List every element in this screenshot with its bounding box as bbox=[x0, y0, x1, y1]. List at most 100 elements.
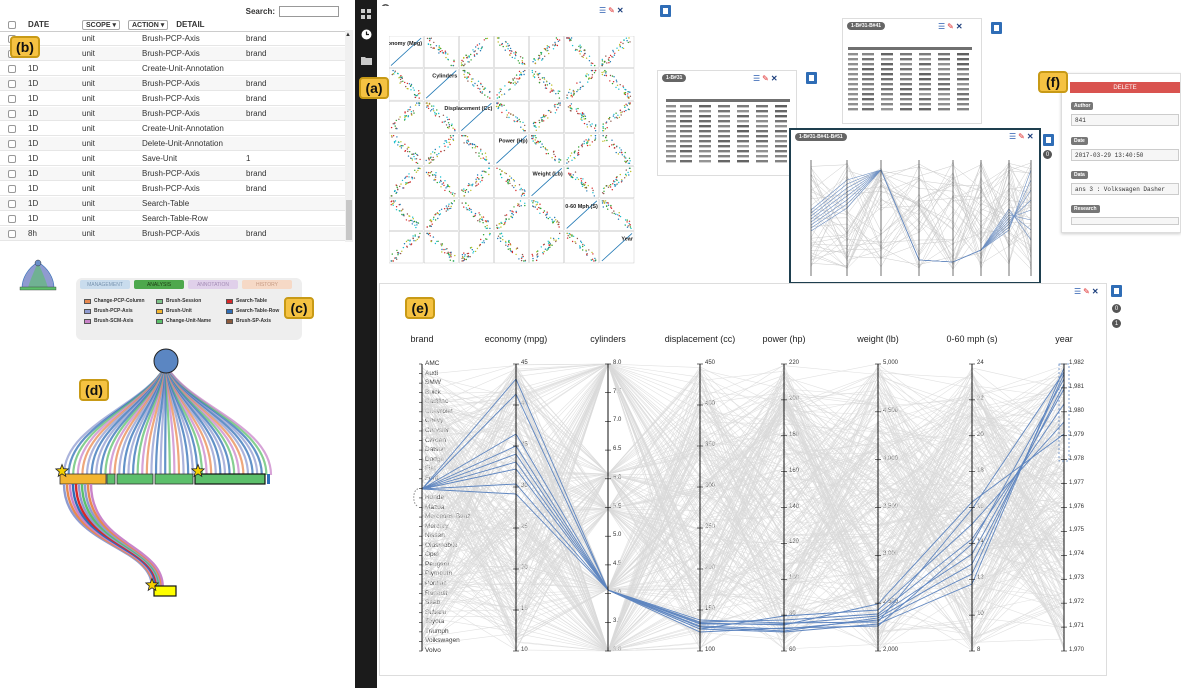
tree-thumbnail[interactable] bbox=[18, 258, 58, 294]
tab-annotation[interactable]: ANNOTATION bbox=[188, 280, 238, 289]
cell-scope: unit bbox=[82, 184, 95, 193]
cell-date: 1D bbox=[28, 214, 39, 223]
legend-item: Brush-PCP-Axis bbox=[84, 308, 133, 314]
save-icon[interactable] bbox=[806, 72, 817, 84]
folder-icon[interactable] bbox=[360, 54, 372, 66]
legend-label: Brush-Session bbox=[166, 298, 202, 304]
cell-action: Create-Unit-Annotation bbox=[142, 64, 224, 73]
node-badge-1[interactable]: 1 bbox=[1112, 319, 1121, 328]
row-checkbox[interactable] bbox=[8, 94, 16, 103]
table-row[interactable]: 1D unit Create-Unit-Annotation bbox=[0, 122, 345, 136]
row-checkbox[interactable] bbox=[8, 214, 16, 223]
row-checkbox[interactable] bbox=[8, 64, 16, 73]
tab-analysis[interactable]: ANALYSIS bbox=[134, 280, 184, 289]
row-checkbox[interactable] bbox=[8, 139, 16, 148]
delete-button[interactable]: DELETE bbox=[1070, 82, 1180, 93]
close-icon[interactable]: ✕ bbox=[1027, 132, 1034, 141]
table-row[interactable]: 1D unit Save-Unit 1 bbox=[0, 152, 345, 166]
search-input[interactable] bbox=[279, 6, 339, 17]
row-checkbox[interactable] bbox=[8, 199, 16, 208]
table-row[interactable]: 1D unit Create-Unit-Annotation bbox=[0, 62, 345, 76]
cell-scope: unit bbox=[82, 94, 95, 103]
card-b31[interactable]: 1-B#31 ☰ ✎ ✕ bbox=[657, 70, 797, 176]
close-icon[interactable]: ✕ bbox=[771, 74, 778, 83]
list-icon[interactable]: ☰ bbox=[1009, 132, 1016, 141]
parallel-coordinates-card[interactable]: ☰ ✎ ✕ brand economy (mpg) cylinders displacem… bbox=[379, 283, 1107, 676]
scm-label: Cylinders bbox=[432, 74, 457, 80]
table-row[interactable]: 1D unit Brush-PCP-Axis brand bbox=[0, 182, 345, 196]
scroll-up-arrow-icon[interactable]: ▲ bbox=[345, 32, 351, 38]
mini-pcp-b51[interactable] bbox=[795, 150, 1037, 280]
close-icon[interactable]: ✕ bbox=[617, 6, 624, 15]
date-field[interactable]: 2017-03-29 13:40:50 bbox=[1071, 149, 1179, 161]
row-checkbox[interactable] bbox=[8, 154, 16, 163]
save-icon[interactable] bbox=[1111, 285, 1122, 297]
card-b51-selected[interactable]: 1-B#31-B#41-B#51 ☰ ✎ ✕ bbox=[789, 128, 1041, 284]
col-scope-dropdown[interactable]: SCOPE ▾ bbox=[82, 19, 120, 30]
scatterplot-matrix[interactable]: Economy (Mpg) Cylinders Displacement (Cc) P… bbox=[389, 36, 635, 264]
table-row[interactable]: 1D unit Delete-Unit-Annotation bbox=[0, 137, 345, 151]
research-field[interactable] bbox=[1071, 217, 1179, 225]
research-label: Research bbox=[1071, 205, 1100, 213]
list-icon[interactable]: ☰ bbox=[753, 74, 760, 83]
cell-detail: brand bbox=[246, 109, 267, 118]
legend-item: Brush-Unit bbox=[156, 308, 192, 314]
table-row[interactable]: 1D unit Search-Table bbox=[0, 197, 345, 211]
table-row[interactable]: 1D unit Brush-PCP-Axis brand bbox=[0, 77, 345, 91]
node-badge-0[interactable]: 0 bbox=[1043, 150, 1052, 159]
row-checkbox[interactable] bbox=[8, 229, 16, 238]
search-label: Search: bbox=[245, 7, 275, 16]
data-label: Data bbox=[1071, 171, 1088, 179]
pin-icon[interactable]: ✎ bbox=[1018, 132, 1025, 141]
table-row[interactable]: 8h unit Brush-PCP-Axis brand bbox=[0, 227, 345, 241]
grid-icon[interactable] bbox=[360, 8, 372, 20]
legend-swatch bbox=[156, 298, 163, 304]
row-checkbox[interactable] bbox=[8, 184, 16, 193]
scm-label: Economy (Mpg) bbox=[389, 41, 422, 47]
table-row[interactable]: 1D unit Brush-PCP-Axis brand bbox=[0, 92, 345, 106]
table-row[interactable]: 1D unit Search-Table-Row bbox=[0, 212, 345, 226]
close-icon[interactable]: ✕ bbox=[956, 22, 963, 31]
table-row[interactable]: 1D unit Brush-PCP-Axis brand bbox=[0, 167, 345, 181]
data-field[interactable]: ans 3 : Volkswagen Dasher bbox=[1071, 183, 1179, 195]
legend-label: Search-Table bbox=[236, 298, 268, 304]
table-row[interactable]: unit Brush-PCP-Axis brand bbox=[0, 32, 345, 46]
table-scrollbar[interactable] bbox=[345, 30, 353, 242]
pin-icon[interactable]: ✎ bbox=[762, 74, 769, 83]
tab-history[interactable]: HISTORY bbox=[242, 280, 292, 289]
legend-label: Brush-Unit bbox=[166, 308, 192, 314]
table-row[interactable]: unit Brush-PCP-Axis brand bbox=[0, 47, 345, 61]
scm-label: Displacement (Cc) bbox=[444, 106, 492, 112]
tab-management[interactable]: MANAGEMENT bbox=[80, 280, 130, 289]
cell-scope: unit bbox=[82, 154, 95, 163]
pin-icon[interactable]: ✎ bbox=[608, 6, 615, 15]
scatterplot-matrix-card[interactable]: ☰ ✎ ✕ Economy (Mpg) Cylinders Displacement… bbox=[381, 6, 643, 266]
parallel-coordinates-plot[interactable] bbox=[380, 284, 1108, 677]
table-row[interactable]: 1D unit Brush-PCP-Axis brand bbox=[0, 107, 345, 121]
row-checkbox[interactable] bbox=[8, 79, 16, 88]
legend-label: Search-Table-Row bbox=[236, 308, 280, 314]
save-icon[interactable] bbox=[991, 22, 1002, 34]
list-icon[interactable]: ☰ bbox=[938, 22, 945, 31]
row-checkbox[interactable] bbox=[8, 124, 16, 133]
save-icon[interactable] bbox=[1043, 134, 1054, 146]
row-checkbox[interactable] bbox=[8, 109, 16, 118]
list-icon[interactable]: ☰ bbox=[599, 6, 606, 15]
author-label: Author bbox=[1071, 102, 1094, 110]
card-title: 1-B#31 bbox=[662, 74, 687, 82]
col-date[interactable]: DATE bbox=[28, 20, 82, 29]
save-icon[interactable] bbox=[660, 5, 671, 17]
col-action-dropdown[interactable]: ACTION ▾ bbox=[127, 19, 169, 30]
left-panel: Search: DATE SCOPE ▾ ACTION ▾ DETAIL uni… bbox=[0, 0, 355, 688]
cell-scope: unit bbox=[82, 79, 95, 88]
history-clock-icon[interactable] bbox=[360, 28, 372, 40]
legend-swatch bbox=[226, 298, 233, 304]
row-checkbox[interactable] bbox=[8, 169, 16, 178]
author-field[interactable]: 841 bbox=[1071, 114, 1179, 126]
pin-icon[interactable]: ✎ bbox=[947, 22, 954, 31]
node-badge-0[interactable]: 0 bbox=[1112, 304, 1121, 313]
select-all-checkbox[interactable] bbox=[8, 20, 16, 29]
scrollbar-thumb[interactable] bbox=[346, 200, 352, 240]
card-b41[interactable]: 1-B#31-B#41 ☰ ✎ ✕ bbox=[842, 18, 982, 124]
cell-date: 1D bbox=[28, 169, 39, 178]
